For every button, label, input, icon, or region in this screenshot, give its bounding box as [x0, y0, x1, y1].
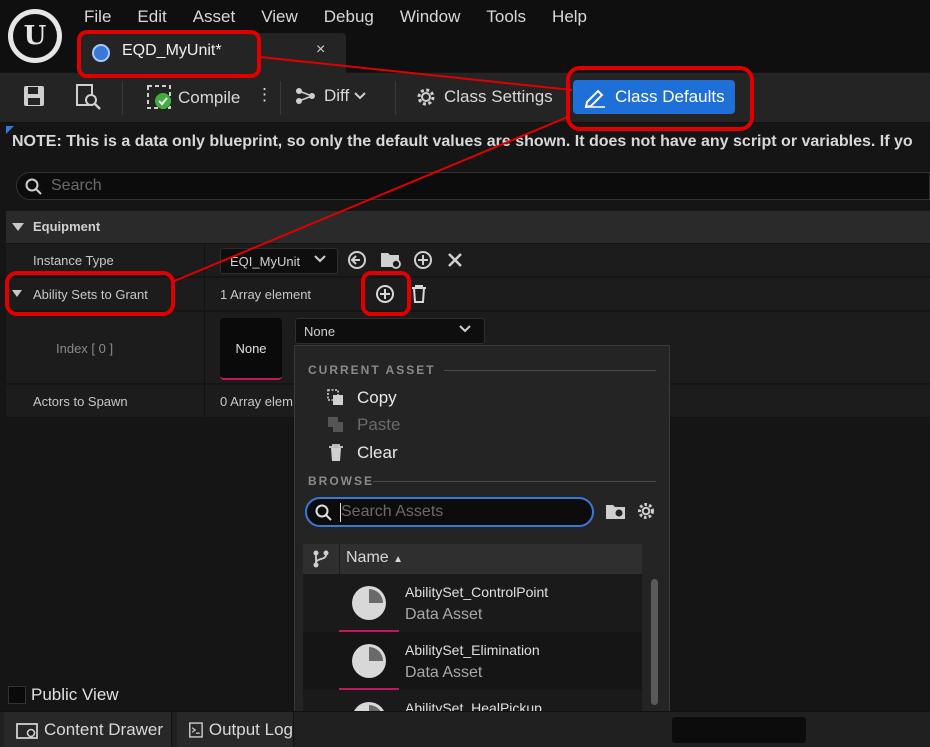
annotation-ability-sets-highlight: [5, 271, 175, 316]
annotation-class-defaults-highlight: [566, 66, 754, 131]
annotation-add-element-highlight: [361, 271, 411, 316]
annotation-tab-highlight: [77, 30, 261, 78]
annotation-lines: [171, 56, 573, 283]
